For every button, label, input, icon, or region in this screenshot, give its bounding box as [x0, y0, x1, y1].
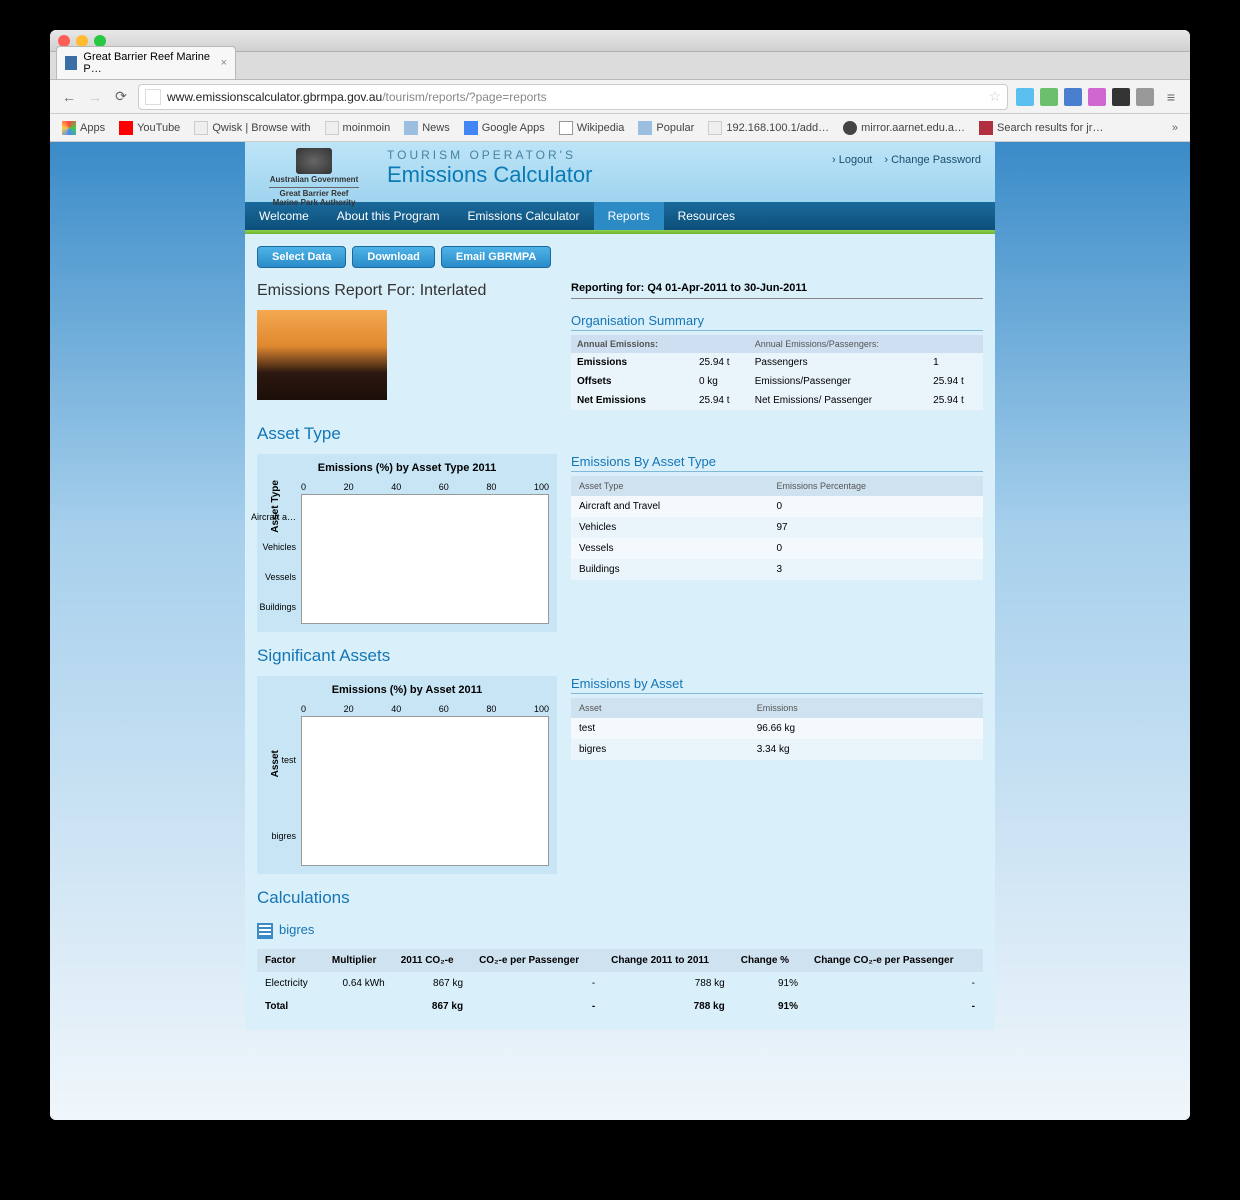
tab-title: Great Barrier Reef Marine P…: [83, 51, 214, 75]
significant-assets-table-heading: Emissions by Asset: [571, 676, 983, 694]
forward-button[interactable]: →: [86, 88, 104, 106]
user-links: Logout Change Password: [832, 148, 981, 196]
folder-icon: [638, 121, 652, 135]
asset-type-heading: Asset Type: [257, 424, 983, 444]
bookmark-item[interactable]: Qwisk | Browse with: [194, 121, 310, 135]
bookmark-overflow-icon[interactable]: »: [1172, 122, 1178, 134]
browser-tabstrip: Great Barrier Reef Marine P… ×: [50, 52, 1190, 80]
bookmark-item[interactable]: 192.168.100.1/add…: [708, 121, 829, 135]
ext-icon[interactable]: [1040, 88, 1058, 106]
nav-calculator[interactable]: Emissions Calculator: [454, 202, 594, 230]
google-icon: [464, 121, 478, 135]
building-icon: [257, 923, 273, 939]
significant-assets-chart: Emissions (%) by Asset 2011 020406080100…: [257, 676, 557, 874]
menu-icon[interactable]: ≡: [1162, 88, 1180, 106]
bookmarks-bar: Apps YouTube Qwisk | Browse with moinmoi…: [50, 114, 1190, 142]
report-title: Emissions Report For: Interlated: [257, 282, 557, 300]
ext-icon[interactable]: [1088, 88, 1106, 106]
wikipedia-icon: [559, 121, 573, 135]
bookmark-item[interactable]: YouTube: [119, 121, 180, 135]
tab-close-icon[interactable]: ×: [221, 57, 227, 69]
youtube-icon: [119, 121, 133, 135]
asset-type-table-heading: Emissions By Asset Type: [571, 454, 983, 472]
ext-icon[interactable]: [1064, 88, 1082, 106]
report-image: [257, 310, 387, 400]
ext-icon[interactable]: [1136, 88, 1154, 106]
bookmark-item[interactable]: Wikipedia: [559, 121, 625, 135]
folder-icon: [404, 121, 418, 135]
file-icon: [708, 121, 722, 135]
back-button[interactable]: ←: [60, 88, 78, 106]
content-area: Select Data Download Email GBRMPA Emissi…: [245, 234, 995, 1030]
download-button[interactable]: Download: [352, 246, 435, 268]
email-gbrmpa-button[interactable]: Email GBRMPA: [441, 246, 551, 268]
browser-window: Great Barrier Reef Marine P… × ← → ⟳ www…: [50, 30, 1190, 1120]
site-header: Australian Government Great Barrier Reef…: [245, 142, 995, 202]
asset-type-table: Asset TypeEmissions Percentage Aircraft …: [571, 476, 983, 580]
bookmark-item[interactable]: moinmoin: [325, 121, 391, 135]
mirror-icon: [843, 121, 857, 135]
bookmark-star-icon[interactable]: ☆: [988, 88, 1001, 105]
crest-icon: [296, 148, 332, 174]
reload-button[interactable]: ⟳: [112, 88, 130, 106]
browser-toolbar: ← → ⟳ www.emissionscalculator.gbrmpa.gov…: [50, 80, 1190, 114]
favicon-icon: [65, 56, 77, 70]
page-icon: [145, 89, 161, 105]
bookmark-item[interactable]: Search results for jr…: [979, 121, 1103, 135]
bookmark-item[interactable]: Popular: [638, 121, 694, 135]
ext-icon[interactable]: [1016, 88, 1034, 106]
extension-icons: [1016, 88, 1154, 106]
calculations-heading: Calculations: [257, 888, 983, 908]
significant-assets-table: AssetEmissions test96.66 kg bigres3.34 k…: [571, 698, 983, 760]
app-title: TOURISM OPERATOR'S Emissions Calculator: [387, 148, 592, 196]
calc-asset-label: bigres: [257, 922, 983, 939]
change-password-link[interactable]: Change Password: [884, 154, 981, 166]
nav-reports[interactable]: Reports: [594, 202, 664, 230]
m-icon: [979, 121, 993, 135]
bookmark-item[interactable]: Google Apps: [464, 121, 545, 135]
browser-tab[interactable]: Great Barrier Reef Marine P… ×: [56, 46, 236, 79]
bookmark-item[interactable]: Apps: [62, 121, 105, 135]
nav-resources[interactable]: Resources: [664, 202, 749, 230]
page-viewport: Australian Government Great Barrier Reef…: [50, 142, 1190, 1120]
zoom-window-icon[interactable]: [94, 35, 106, 47]
close-window-icon[interactable]: [58, 35, 70, 47]
reporting-period: Reporting for: Q4 01-Apr-2011 to 30-Jun-…: [571, 282, 983, 299]
minimize-window-icon[interactable]: [76, 35, 88, 47]
asset-type-chart: Emissions (%) by Asset Type 2011 0204060…: [257, 454, 557, 632]
apps-icon: [62, 121, 76, 135]
ext-icon[interactable]: [1112, 88, 1130, 106]
calculations-table: Factor Multiplier 2011 CO₂-e CO₂-e per P…: [257, 949, 983, 1018]
url-host: www.emissionscalculator.gbrmpa.gov.au: [167, 90, 382, 104]
file-icon: [325, 121, 339, 135]
url-path: /tourism/reports/?page=reports: [382, 90, 546, 104]
logout-link[interactable]: Logout: [832, 154, 872, 166]
org-summary-table: Annual Emissions:Annual Emissions/Passen…: [571, 335, 983, 410]
select-data-button[interactable]: Select Data: [257, 246, 346, 268]
page-content: Australian Government Great Barrier Reef…: [245, 142, 995, 1120]
org-summary-heading: Organisation Summary: [571, 313, 983, 331]
bookmark-item[interactable]: mirror.aarnet.edu.a…: [843, 121, 965, 135]
significant-assets-heading: Significant Assets: [257, 646, 983, 666]
address-bar[interactable]: www.emissionscalculator.gbrmpa.gov.au/to…: [138, 84, 1008, 110]
gov-logo: Australian Government Great Barrier Reef…: [259, 148, 369, 196]
file-icon: [194, 121, 208, 135]
bookmark-item[interactable]: News: [404, 121, 450, 135]
